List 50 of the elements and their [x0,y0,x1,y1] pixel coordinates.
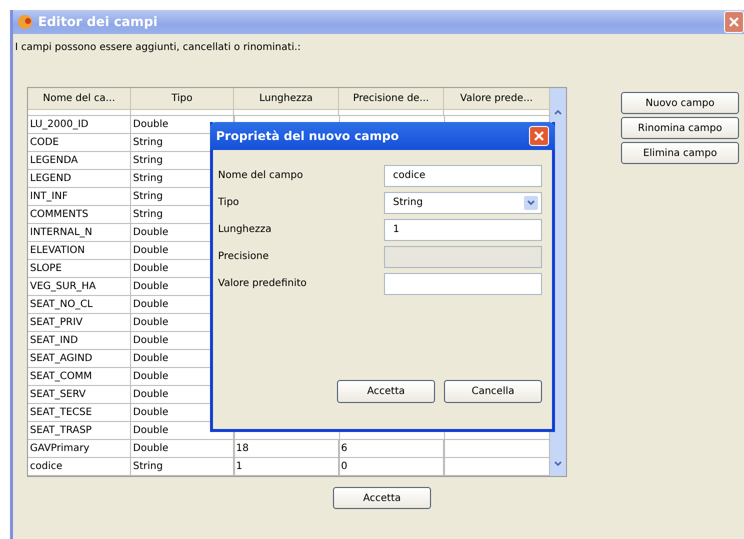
table-cell: INTERNAL_N [28,224,131,241]
column-header[interactable]: Precisione de... [339,88,444,110]
table-cell: SEAT_IND [28,332,131,349]
type-dropdown[interactable]: String [384,192,542,214]
scroll-down-icon[interactable] [553,460,563,468]
table-cell: 18 [234,440,339,457]
column-header[interactable]: Lunghezza [234,88,339,110]
intro-text: I campi possono essere aggiunti, cancellati o rinominati.: [14,41,302,53]
window-title: Editor dei campi [38,14,158,30]
close-icon [534,131,544,141]
table-cell: LEGEND [28,170,131,187]
table-cell: GAVPrimary [28,440,131,457]
input-field[interactable] [384,272,542,294]
table-cell: SEAT_AGIND [28,350,131,367]
table-cell: SEAT_SERV [28,386,131,403]
dialog-button[interactable]: Cancella [444,380,542,403]
accept-button[interactable]: Accetta [333,487,431,509]
table-cell: LU_2000_ID [28,116,131,133]
table-cell: String [131,458,234,475]
table-cell: SEAT_COMM [28,368,131,385]
close-button[interactable] [529,126,549,146]
table-cell: SEAT_NO_CL [28,296,131,313]
table-cell: COMMENTS [28,206,131,223]
table-cell: CODE [28,134,131,151]
table-cell: LEGENDA [28,152,131,169]
table-cell: VEG_SUR_HA [28,278,131,295]
table-cell: codice [28,458,131,475]
table-cell: 0 [339,458,444,475]
table-cell: SEAT_PRIV [28,314,131,331]
dialog-button[interactable]: Accetta [337,380,435,403]
table-cell: SEAT_TECSE [28,404,131,421]
close-icon [729,17,739,27]
table-cell: SLOPE [28,260,131,277]
column-header[interactable]: Nome del ca... [28,88,131,110]
table-cell: Double [131,440,234,457]
column-header[interactable]: Tipo [131,88,234,110]
close-button[interactable] [724,11,744,33]
action-button[interactable]: Nuovo campo [621,92,739,114]
action-button[interactable]: Rinomina campo [621,117,739,139]
scroll-up-icon[interactable] [553,108,563,116]
input-field[interactable]: 1 [384,218,542,240]
input-field[interactable]: codice [384,164,542,186]
action-button[interactable]: Elimina campo [621,142,739,164]
app-icon [17,14,33,30]
table-cell: 6 [339,440,444,457]
table-cell: INT_INF [28,188,131,205]
table-cell: SEAT_TRASP [28,422,131,439]
caret-icon [524,196,538,210]
table-cell: 1 [234,458,339,475]
table-cell: ELEVATION [28,242,131,259]
